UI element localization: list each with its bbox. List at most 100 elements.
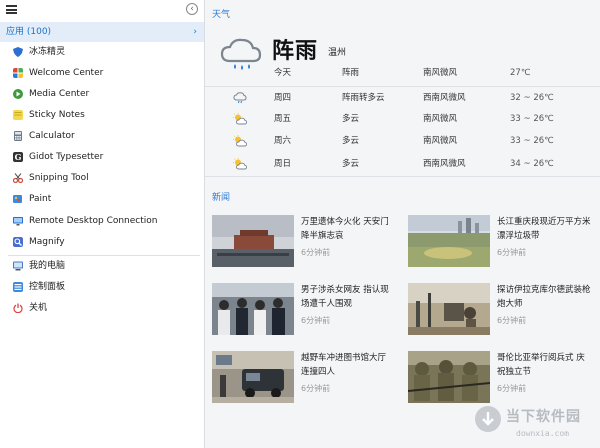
power-icon — [13, 303, 23, 313]
chevron-right-icon: › — [193, 27, 197, 37]
watermark-text: 当下软件园 — [506, 409, 581, 425]
live-tiles-panel: 天气 阵雨 温州 今天 阵雨 南风微风 27℃ 周四 阵雨转多云 西南风微风 3… — [205, 0, 600, 448]
menu-item-calculator[interactable]: Calculator — [0, 126, 204, 146]
weather-row-forecast: 周六 多云 南风微风 33 ~ 26℃ — [205, 131, 600, 151]
shield-icon — [13, 47, 23, 57]
weather-condition: 多云 — [342, 159, 360, 169]
menu-item-label: 控制面板 — [29, 282, 66, 292]
apps-header-label: 应用 (100) — [6, 27, 52, 37]
menu-item-label: Calculator — [29, 131, 75, 141]
weather-day: 周日 — [274, 159, 292, 169]
menu-item-my-computer[interactable]: 我的电脑 — [0, 256, 204, 276]
menu-item-remote-desktop[interactable]: Remote Desktop Connection — [0, 211, 204, 231]
current-condition: 阵雨 — [272, 39, 319, 64]
watermark-logo: 当下软件园 downxia.com — [475, 404, 595, 444]
menu-item-welcome-center[interactable]: Welcome Center — [0, 63, 204, 83]
partly-cloudy-icon — [233, 113, 247, 125]
windows-icon — [13, 68, 23, 78]
menu-item-label: 冰冻精灵 — [29, 47, 66, 57]
weather-temp: 34 ~ 26℃ — [510, 159, 554, 169]
weather-temp: 33 ~ 26℃ — [510, 114, 554, 124]
weather-wind: 南风微风 — [423, 136, 458, 146]
typesetter-icon: G — [13, 152, 23, 162]
news-headline: 男子涉杀女网友 指认现场遭千人围观 — [301, 285, 389, 309]
weather-temp: 27℃ — [510, 68, 531, 78]
menu-item-media-center[interactable]: Media Center — [0, 84, 204, 104]
news-section-title[interactable]: 新闻 — [212, 190, 230, 203]
menu-item-label: Media Center — [29, 89, 90, 99]
news-item[interactable]: 哥伦比亚举行阅兵式 庆祝独立节 6分钟前 — [408, 351, 598, 406]
news-item[interactable]: 男子涉杀女网友 指认现场遭千人围观 6分钟前 — [212, 283, 402, 338]
download-arrow-icon — [475, 406, 501, 432]
menu-item-paint[interactable]: Paint — [0, 189, 204, 209]
news-item[interactable]: 万里遗体今火化 天安门降半旗志哀 6分钟前 — [212, 215, 402, 270]
menu-top-bar: ‹ — [0, 0, 204, 22]
apps-list-header[interactable]: 应用 (100) › — [0, 22, 204, 42]
weather-section-title[interactable]: 天气 — [212, 7, 230, 20]
menu-item-control-panel[interactable]: 控制面板 — [0, 277, 204, 297]
partly-cloudy-icon — [233, 135, 247, 147]
news-thumbnail-image — [408, 351, 490, 403]
menu-item-magnify[interactable]: Magnify — [0, 232, 204, 252]
menu-item-label: 我的电脑 — [29, 261, 66, 271]
control-panel-icon — [13, 282, 23, 292]
news-thumbnail-image — [212, 283, 294, 335]
section-divider — [205, 176, 600, 177]
hamburger-menu-icon[interactable] — [6, 5, 17, 14]
news-time: 6分钟前 — [497, 248, 527, 257]
news-thumbnail-image — [212, 215, 294, 267]
news-time: 6分钟前 — [301, 248, 331, 257]
menu-item-sticky-notes[interactable]: Sticky Notes — [0, 105, 204, 125]
news-headline: 越野车冲进图书馆大厅 连撞四人 — [301, 353, 387, 377]
news-headline: 探访伊拉克库尔德武装枪炮大师 — [497, 285, 591, 309]
news-headline: 万里遗体今火化 天安门降半旗志哀 — [301, 217, 389, 241]
watermark-url: downxia.com — [516, 429, 569, 438]
weather-row-today: 今天 阵雨 南风微风 27℃ — [205, 63, 600, 83]
menu-item-label: 关机 — [29, 303, 48, 313]
rain-cloud-icon — [233, 92, 247, 104]
news-item[interactable]: 探访伊拉克库尔德武装枪炮大师 6分钟前 — [408, 283, 598, 338]
menu-item-label: Remote Desktop Connection — [29, 216, 158, 226]
weather-wind: 西南风微风 — [423, 93, 466, 103]
news-time: 6分钟前 — [497, 316, 527, 325]
weather-wind: 南风微风 — [423, 68, 458, 78]
weather-temp: 33 ~ 26℃ — [510, 136, 554, 146]
city-name: 温州 — [328, 48, 347, 58]
menu-item-gidot-typesetter[interactable]: G Gidot Typesetter — [0, 147, 204, 167]
news-thumbnail-image — [408, 215, 490, 267]
start-menu-panel: ‹ 应用 (100) › 冰冻精灵 Welcome Center Media C… — [0, 0, 205, 448]
menu-item-frozen-sprite[interactable]: 冰冻精灵 — [0, 42, 204, 62]
computer-icon — [13, 261, 23, 271]
magnify-icon — [13, 237, 23, 247]
menu-item-snipping-tool[interactable]: Snipping Tool — [0, 168, 204, 188]
scissors-icon — [13, 173, 23, 183]
menu-item-label: Magnify — [29, 237, 65, 247]
weather-wind: 南风微风 — [423, 114, 458, 124]
weather-row-forecast: 周四 阵雨转多云 西南风微风 32 ~ 26℃ — [205, 88, 600, 108]
menu-item-label: Snipping Tool — [29, 173, 89, 183]
media-center-icon — [13, 89, 23, 99]
news-item[interactable]: 越野车冲进图书馆大厅 连撞四人 6分钟前 — [212, 351, 402, 406]
news-headline: 哥伦比亚举行阅兵式 庆祝独立节 — [497, 353, 585, 377]
sticky-notes-icon — [13, 110, 23, 120]
partly-cloudy-icon — [233, 158, 247, 170]
collapse-back-icon[interactable]: ‹ — [186, 3, 198, 15]
weather-condition: 多云 — [342, 114, 360, 124]
news-item[interactable]: 长江重庆段现近万平方米漂浮垃圾带 6分钟前 — [408, 215, 598, 270]
weather-divider — [205, 86, 600, 87]
paint-icon — [13, 195, 22, 203]
menu-item-shutdown[interactable]: 关机 — [0, 298, 204, 318]
svg-text:G: G — [15, 152, 22, 162]
news-time: 6分钟前 — [497, 384, 527, 393]
remote-desktop-icon — [13, 217, 23, 226]
weather-condition: 阵雨 — [342, 68, 360, 78]
menu-item-label: Gidot Typesetter — [29, 152, 104, 162]
news-time: 6分钟前 — [301, 316, 331, 325]
weather-row-forecast: 周五 多云 南风微风 33 ~ 26℃ — [205, 109, 600, 129]
weather-row-forecast: 周日 多云 西南风微风 34 ~ 26℃ — [205, 154, 600, 174]
weather-day: 今天 — [274, 68, 292, 78]
weather-wind: 西南风微风 — [423, 159, 466, 169]
weather-day: 周四 — [274, 93, 292, 103]
weather-day: 周五 — [274, 114, 292, 124]
calculator-icon — [14, 131, 22, 141]
